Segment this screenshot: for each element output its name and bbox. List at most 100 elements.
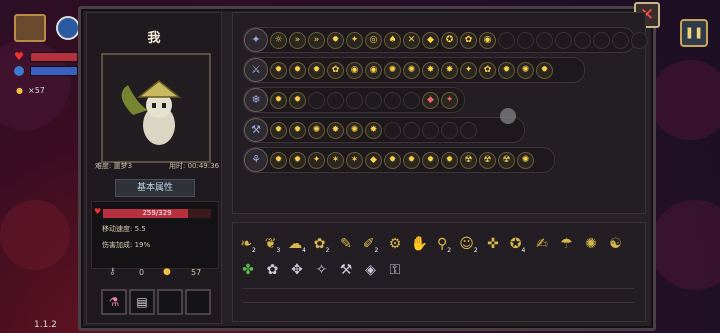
empty-gem-slot[interactable]: [612, 32, 629, 49]
potion-slot[interactable]: ⚗: [101, 289, 127, 315]
empty-gem-slot[interactable]: [441, 122, 458, 139]
weapon-icon[interactable]: ⚘: [244, 148, 268, 172]
inventory-item-icon[interactable]: ✿: [263, 260, 283, 280]
inventory-item-icon[interactable]: ⚙: [385, 234, 405, 254]
skill-gem-icon[interactable]: ✦: [308, 152, 325, 169]
skill-gem-icon[interactable]: ✹: [422, 152, 439, 169]
inventory-item-icon[interactable]: ⚿: [385, 260, 405, 280]
skill-gem-icon[interactable]: »: [308, 32, 325, 49]
inventory-item-icon[interactable]: ✋: [410, 234, 430, 254]
skill-gem-icon[interactable]: ✺: [517, 62, 534, 79]
inventory-item-icon[interactable]: ❧2: [238, 234, 258, 254]
empty-slot[interactable]: [185, 289, 211, 315]
empty-gem-slot[interactable]: [574, 32, 591, 49]
skill-gem-icon[interactable]: ✪: [441, 32, 458, 49]
inventory-item-icon[interactable]: ✍: [532, 234, 552, 254]
skill-gem-icon[interactable]: ☼: [270, 32, 287, 49]
skill-gem-icon[interactable]: ✸: [327, 122, 344, 139]
skill-gem-icon[interactable]: ✿: [479, 62, 496, 79]
skill-gem-icon[interactable]: ✹: [270, 152, 287, 169]
skill-gem-icon[interactable]: ☢: [498, 152, 515, 169]
skill-gem-icon[interactable]: ✹: [308, 62, 325, 79]
inventory-item-icon[interactable]: ✜: [483, 234, 503, 254]
empty-gem-slot[interactable]: [308, 92, 325, 109]
base-attributes-button[interactable]: 基本属性: [115, 179, 195, 197]
skill-gem-icon[interactable]: »: [289, 32, 306, 49]
scroll-slot[interactable]: ▤: [129, 289, 155, 315]
skill-gem-icon[interactable]: ✹: [498, 62, 515, 79]
skill-gem-icon[interactable]: ✹: [270, 92, 287, 109]
skill-gem-icon[interactable]: ✹: [536, 62, 553, 79]
pause-button[interactable]: ❚❚: [680, 19, 708, 47]
skill-gem-icon[interactable]: ✦: [460, 62, 477, 79]
empty-gem-slot[interactable]: [555, 32, 572, 49]
inventory-item-icon[interactable]: ⚒: [336, 260, 356, 280]
inventory-item-icon[interactable]: ✎: [336, 234, 356, 254]
skill-gem-icon[interactable]: ✿: [327, 62, 344, 79]
skill-gem-icon[interactable]: ✸: [441, 62, 458, 79]
skill-gem-icon[interactable]: ✶: [327, 152, 344, 169]
empty-slot[interactable]: [157, 289, 183, 315]
weapon-icon[interactable]: ⚔: [244, 58, 268, 82]
skill-gem-icon[interactable]: ◆: [422, 32, 439, 49]
skill-gem-icon[interactable]: ✺: [403, 62, 420, 79]
skill-gem-icon[interactable]: ✺: [384, 62, 401, 79]
empty-gem-slot[interactable]: [422, 122, 439, 139]
skill-gem-icon[interactable]: ✹: [289, 122, 306, 139]
chest-icon[interactable]: [14, 14, 46, 42]
skill-gem-icon[interactable]: ✹: [289, 152, 306, 169]
skill-gem-icon[interactable]: ☢: [479, 152, 496, 169]
inventory-item-icon[interactable]: ⚲2: [434, 234, 454, 254]
inventory-item-icon[interactable]: ✧: [312, 260, 332, 280]
skill-gem-icon[interactable]: ✹: [270, 62, 287, 79]
skill-gem-icon[interactable]: ◆: [422, 92, 439, 109]
empty-gem-slot[interactable]: [498, 32, 515, 49]
skill-gem-icon[interactable]: ✹: [270, 122, 287, 139]
inventory-item-icon[interactable]: ✥: [287, 260, 307, 280]
skill-orb-icon[interactable]: [56, 16, 80, 40]
weapon-icon[interactable]: ❄: [244, 88, 268, 112]
skill-gem-icon[interactable]: ✹: [441, 152, 458, 169]
skill-gem-icon[interactable]: ✦: [441, 92, 458, 109]
skill-gem-icon[interactable]: ◎: [365, 32, 382, 49]
inventory-item-icon[interactable]: ✪4: [508, 234, 528, 254]
skill-gem-icon[interactable]: ✺: [346, 122, 363, 139]
empty-gem-slot[interactable]: [346, 92, 363, 109]
empty-gem-slot[interactable]: [536, 32, 553, 49]
skill-gem-icon[interactable]: ✺: [517, 152, 534, 169]
skill-gem-icon[interactable]: ✺: [308, 122, 325, 139]
skill-gem-icon[interactable]: ✦: [346, 32, 363, 49]
skill-gem-icon[interactable]: ♠: [384, 32, 401, 49]
skill-gem-icon[interactable]: ✹: [403, 152, 420, 169]
inventory-item-icon[interactable]: ❦3: [263, 234, 283, 254]
skill-gem-icon[interactable]: ✹: [327, 32, 344, 49]
skill-gem-icon[interactable]: ✸: [365, 122, 382, 139]
empty-gem-slot[interactable]: [631, 32, 648, 49]
skill-gem-icon[interactable]: ◉: [479, 32, 496, 49]
skill-gem-icon[interactable]: ✸: [422, 62, 439, 79]
inventory-item-icon[interactable]: ☂: [557, 234, 577, 254]
skill-gem-icon[interactable]: ◉: [346, 62, 363, 79]
empty-gem-slot[interactable]: [384, 92, 401, 109]
skill-gem-icon[interactable]: ✿: [460, 32, 477, 49]
skill-gem-icon[interactable]: ✹: [289, 92, 306, 109]
empty-gem-slot[interactable]: [327, 92, 344, 109]
empty-gem-slot[interactable]: [517, 32, 534, 49]
inventory-item-icon[interactable]: ☯: [606, 234, 626, 254]
inventory-item-icon[interactable]: ☁4: [287, 234, 307, 254]
inventory-item-icon[interactable]: ◈: [361, 260, 381, 280]
inventory-item-icon[interactable]: ✐2: [361, 234, 381, 254]
inventory-item-icon[interactable]: ✺: [581, 234, 601, 254]
empty-gem-slot[interactable]: [460, 122, 477, 139]
weapon-icon[interactable]: ⚒: [244, 118, 268, 142]
skill-gem-icon[interactable]: ✕: [403, 32, 420, 49]
skill-gem-icon[interactable]: ◉: [365, 62, 382, 79]
skill-gem-icon[interactable]: ✹: [289, 62, 306, 79]
empty-gem-slot[interactable]: [384, 122, 401, 139]
weapon-icon[interactable]: ✦: [244, 28, 268, 52]
empty-gem-slot[interactable]: [403, 92, 420, 109]
inventory-item-icon[interactable]: ✿2: [312, 234, 332, 254]
inventory-item-icon[interactable]: ☺2: [459, 234, 479, 254]
skill-gem-icon[interactable]: ☢: [460, 152, 477, 169]
inventory-item-icon[interactable]: ✤: [238, 260, 258, 280]
